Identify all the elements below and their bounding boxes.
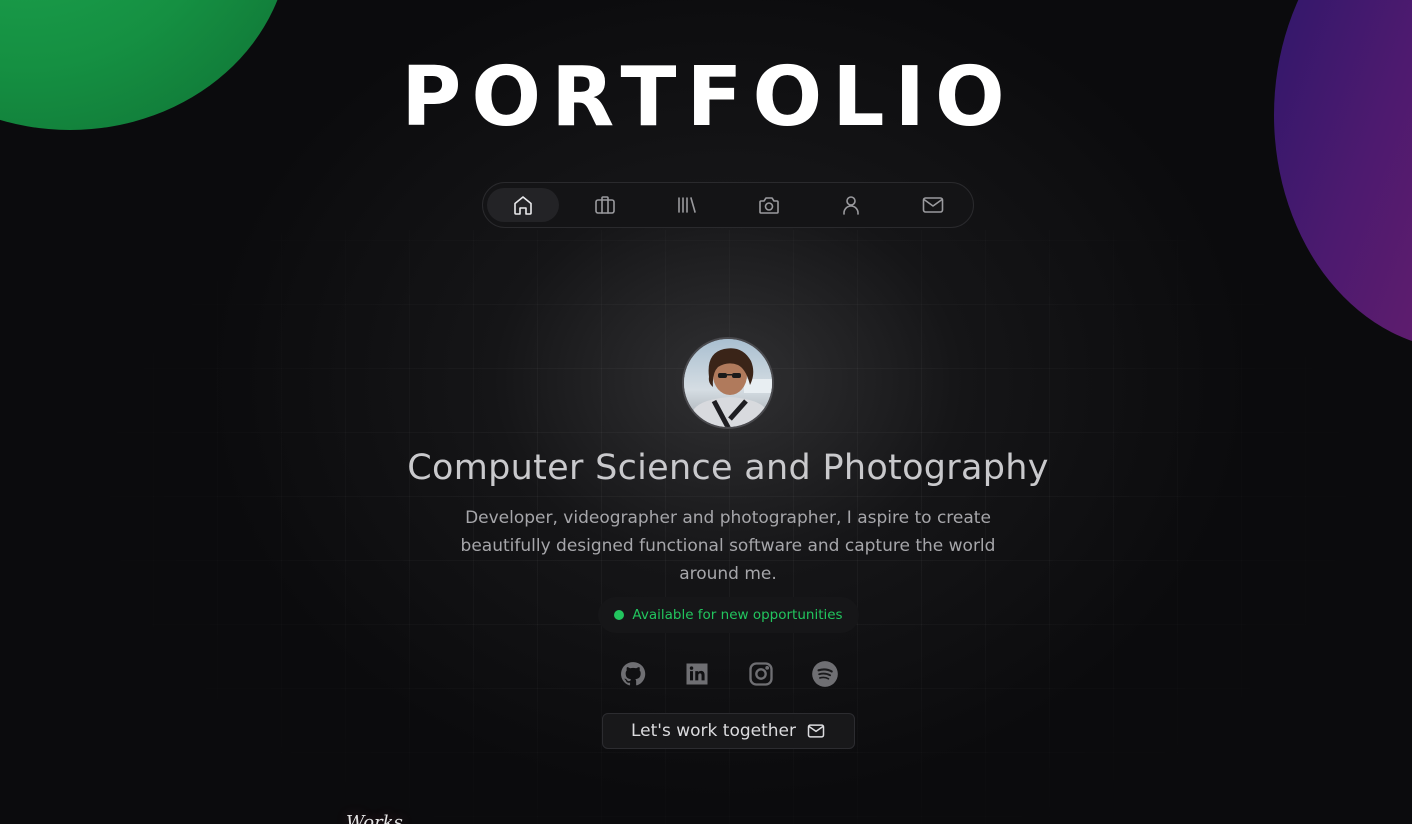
mail-icon — [807, 724, 825, 738]
mail-icon — [922, 197, 944, 213]
contact-cta-button[interactable]: Let's work together — [602, 713, 855, 749]
page-title: PORTFOLIO — [401, 50, 1015, 145]
nav-item-home[interactable] — [487, 188, 559, 222]
nav-item-photography[interactable] — [733, 188, 805, 222]
camera-icon — [759, 197, 779, 214]
profile-photo — [684, 339, 772, 427]
hero-headline: Computer Science and Photography — [407, 448, 1049, 488]
page: PORTFOLIO Computer Science and Photograp… — [0, 0, 1412, 824]
nav-item-work[interactable] — [569, 188, 641, 222]
social-links — [614, 656, 842, 692]
cta-label: Let's work together — [631, 721, 796, 741]
availability-badge: Available for new opportunities — [598, 597, 859, 633]
linkedin-link[interactable] — [683, 660, 711, 688]
user-icon — [843, 196, 859, 215]
library-icon — [678, 197, 696, 213]
avatar — [682, 337, 774, 429]
nav-item-about[interactable] — [815, 188, 887, 222]
spotify-icon — [812, 661, 838, 687]
availability-text: Available for new opportunities — [632, 607, 843, 623]
home-icon — [514, 196, 532, 215]
hero-description: Developer, videographer and photographer… — [460, 508, 996, 584]
instagram-icon — [749, 662, 773, 686]
github-link[interactable] — [619, 660, 647, 688]
spotify-link[interactable] — [811, 660, 839, 688]
instagram-link[interactable] — [747, 660, 775, 688]
main-nav — [482, 182, 974, 228]
status-dot-icon — [614, 610, 625, 620]
briefcase-icon — [595, 196, 615, 214]
nav-item-library[interactable] — [651, 188, 723, 222]
github-icon — [621, 662, 646, 686]
works-section-heading: Works — [346, 812, 403, 824]
nav-item-contact[interactable] — [897, 188, 969, 222]
linkedin-icon — [686, 663, 708, 685]
